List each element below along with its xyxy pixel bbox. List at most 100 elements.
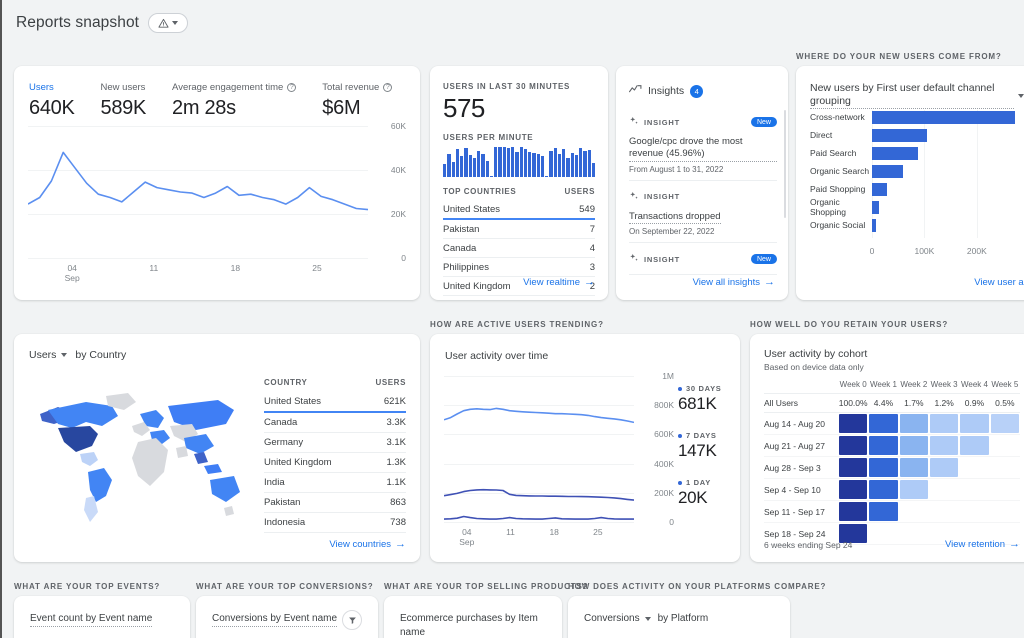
cohort-cell[interactable] bbox=[929, 501, 959, 523]
cohort-row[interactable]: Aug 28 - Sep 3 bbox=[764, 457, 1020, 479]
bottom-card-title[interactable]: Ecommerce purchases by Item name bbox=[400, 612, 562, 638]
metric-users[interactable]: Users640K bbox=[29, 82, 75, 120]
cohort-cell[interactable] bbox=[899, 501, 929, 523]
cohort-cell[interactable] bbox=[929, 457, 959, 479]
table-row[interactable]: Indonesia738 bbox=[264, 513, 406, 533]
table-row[interactable]: Pakistan7 bbox=[443, 219, 595, 239]
cohort-cell[interactable] bbox=[838, 457, 868, 479]
table-row[interactable]: United Kingdom1.3K bbox=[264, 453, 406, 473]
cohort-cell[interactable] bbox=[838, 479, 868, 501]
table-row[interactable]: Canada4 bbox=[443, 239, 595, 258]
cohort-cell[interactable] bbox=[959, 501, 989, 523]
cohort-row[interactable]: Sep 11 - Sep 17 bbox=[764, 501, 1020, 523]
cohort-cell[interactable] bbox=[899, 413, 929, 435]
alerts-chip[interactable] bbox=[148, 13, 188, 33]
insight-item[interactable]: INSIGHTNew bbox=[629, 243, 777, 275]
map-region[interactable] bbox=[204, 464, 222, 474]
insights-scrollbar[interactable] bbox=[784, 110, 787, 218]
cohort-cell[interactable] bbox=[868, 523, 898, 545]
new-badge: New bbox=[751, 254, 777, 264]
cohort-cell[interactable] bbox=[868, 413, 898, 435]
cohort-cell[interactable] bbox=[990, 501, 1020, 523]
metric-new-users[interactable]: New users589K bbox=[101, 82, 147, 120]
activity-legend: 30 DAYS681K7 DAYS147K1 DAY20K bbox=[678, 384, 721, 525]
chevron-down-icon[interactable] bbox=[645, 617, 651, 621]
map-region[interactable] bbox=[176, 446, 188, 458]
cohort-cell[interactable] bbox=[990, 435, 1020, 457]
table-row[interactable]: India1.1K bbox=[264, 473, 406, 493]
help-icon[interactable]: ? bbox=[287, 83, 296, 92]
cohort-row[interactable]: Aug 21 - Aug 27 bbox=[764, 435, 1020, 457]
map-region[interactable] bbox=[224, 506, 234, 516]
acquisition-bar-chart[interactable]: 0100K200KCross-networkDirectPaid SearchO… bbox=[810, 110, 1024, 260]
map-region[interactable] bbox=[194, 452, 208, 464]
cohort-row[interactable]: Aug 14 - Aug 20 bbox=[764, 413, 1020, 435]
view-retention-link[interactable]: View retention→ bbox=[945, 539, 1020, 550]
bar-row[interactable]: Organic Search bbox=[810, 164, 1024, 179]
bottom-card-title[interactable]: Conversions by Event name bbox=[212, 612, 337, 627]
map-metric-selector[interactable]: Users bbox=[29, 349, 56, 361]
cohort-cell[interactable] bbox=[899, 523, 929, 545]
cohort-cell[interactable] bbox=[899, 435, 929, 457]
bar-row[interactable]: Paid Shopping bbox=[810, 182, 1024, 197]
insight-item[interactable]: INSIGHTNewGoogle/cpc drove the most reve… bbox=[629, 106, 777, 181]
metric-average-engagement-time[interactable]: Average engagement time?2m 28s bbox=[172, 82, 296, 120]
cohort-cell[interactable] bbox=[959, 479, 989, 501]
y-axis-tick: 40K bbox=[391, 165, 406, 175]
world-map[interactable] bbox=[28, 380, 244, 530]
cohort-cell[interactable] bbox=[868, 435, 898, 457]
cohort-cell[interactable] bbox=[929, 435, 959, 457]
map-region[interactable] bbox=[58, 426, 98, 452]
bar-row[interactable]: Organic Shopping bbox=[810, 200, 1024, 215]
bar-row[interactable]: Direct bbox=[810, 128, 1024, 143]
map-region[interactable] bbox=[48, 402, 118, 428]
cohort-cell[interactable] bbox=[959, 413, 989, 435]
bar-row[interactable]: Cross-network bbox=[810, 110, 1024, 125]
view-all-insights-link[interactable]: View all insights→ bbox=[693, 277, 775, 288]
cohort-cell[interactable] bbox=[990, 479, 1020, 501]
cohort-cell[interactable] bbox=[838, 413, 868, 435]
table-row[interactable]: United States549 bbox=[443, 200, 595, 219]
bottom-card-title[interactable]: Event count by Event name bbox=[30, 612, 152, 627]
insight-item[interactable]: INSIGHTTransactions droppedOn September … bbox=[629, 181, 777, 243]
table-row[interactable]: Germany3.1K bbox=[264, 433, 406, 453]
cohort-cell[interactable] bbox=[899, 479, 929, 501]
bottom-card-title[interactable]: Conversionsby Platform bbox=[584, 612, 708, 626]
cohort-cell[interactable] bbox=[838, 501, 868, 523]
help-icon[interactable]: ? bbox=[383, 83, 392, 92]
map-region[interactable] bbox=[80, 452, 98, 466]
cohort-cell[interactable] bbox=[990, 413, 1020, 435]
table-row[interactable]: Pakistan863 bbox=[264, 493, 406, 513]
cohort-row[interactable]: Sep 4 - Sep 10 bbox=[764, 479, 1020, 501]
map-region[interactable] bbox=[210, 476, 240, 502]
view-realtime-link[interactable]: View realtime→ bbox=[523, 277, 595, 288]
country-name: Pakistan bbox=[264, 493, 362, 513]
y-axis-tick: 1M bbox=[662, 371, 674, 381]
filter-funnel-icon[interactable] bbox=[342, 610, 362, 630]
table-row[interactable]: United States621K bbox=[264, 392, 406, 412]
cohort-cell[interactable] bbox=[868, 501, 898, 523]
table-row[interactable]: Philippines3 bbox=[443, 258, 595, 277]
bar-row[interactable]: Organic Social bbox=[810, 218, 1024, 233]
bar-row[interactable]: Paid Search bbox=[810, 146, 1024, 161]
map-region[interactable] bbox=[132, 438, 168, 486]
cohort-cell[interactable] bbox=[929, 413, 959, 435]
chevron-down-icon[interactable] bbox=[61, 353, 67, 357]
country-users: 7 bbox=[550, 219, 595, 239]
cohort-cell[interactable] bbox=[929, 479, 959, 501]
cohort-cell[interactable] bbox=[959, 457, 989, 479]
acquisition-chart-title[interactable]: New users by First user default channel … bbox=[810, 82, 1014, 109]
cohort-cell[interactable] bbox=[868, 457, 898, 479]
metric-total-revenue[interactable]: Total revenue?$6M bbox=[322, 82, 392, 120]
cohort-cell[interactable] bbox=[868, 479, 898, 501]
table-row[interactable]: Canada3.3K bbox=[264, 412, 406, 433]
view-countries-link[interactable]: View countries→ bbox=[329, 539, 406, 550]
users-over-time-chart[interactable]: 020K40K60K04Sep111825 bbox=[28, 126, 406, 284]
cohort-cell[interactable] bbox=[838, 435, 868, 457]
chevron-down-icon[interactable] bbox=[1018, 94, 1024, 98]
user-activity-chart[interactable]: 0200K400K600K800K1M04Sep111825 bbox=[444, 376, 674, 548]
cohort-cell[interactable] bbox=[959, 435, 989, 457]
view-user-acquisition-link[interactable]: View user acquisi bbox=[974, 277, 1024, 288]
cohort-cell[interactable] bbox=[899, 457, 929, 479]
cohort-cell[interactable] bbox=[990, 457, 1020, 479]
